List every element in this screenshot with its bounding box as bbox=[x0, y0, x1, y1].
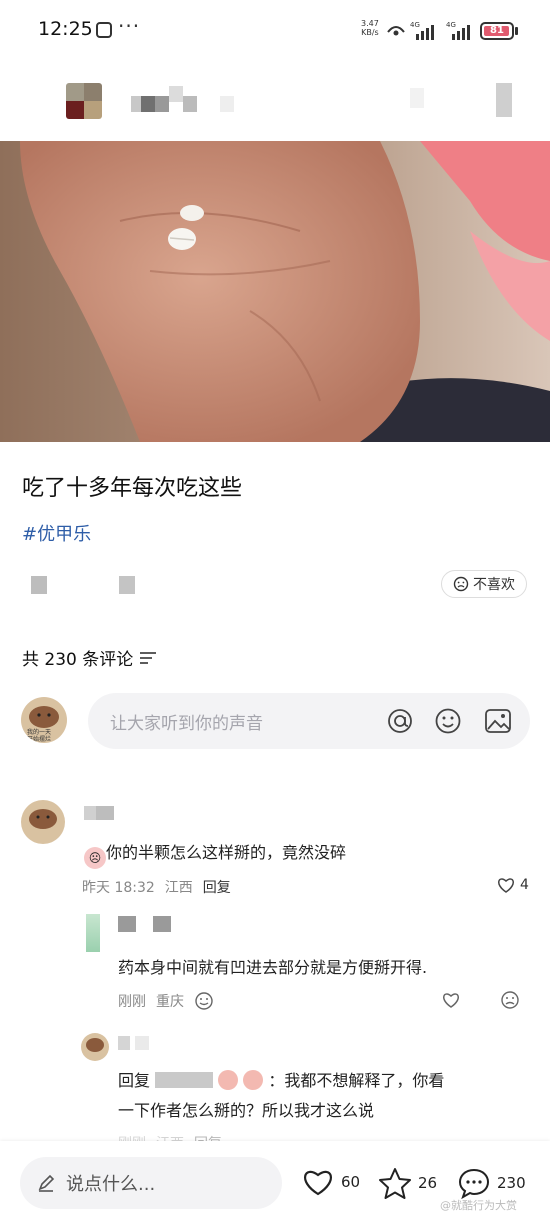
capybara-avatar-icon bbox=[81, 1033, 109, 1061]
heart-icon bbox=[304, 1170, 332, 1196]
avatar-caption-line2: 开始摆烂 bbox=[27, 735, 51, 743]
reply-emoji-icon[interactable] bbox=[194, 991, 214, 1011]
signal-icons: 4G 4G bbox=[387, 21, 470, 40]
battery-icon: 81 bbox=[480, 22, 514, 40]
mosaic-block bbox=[84, 83, 102, 101]
post-location-redacted bbox=[119, 576, 135, 594]
reply-meta: 刚刚 重庆 bbox=[118, 991, 214, 1011]
replier-avatar[interactable] bbox=[81, 1033, 109, 1061]
commenter-name-redacted bbox=[96, 806, 114, 820]
commenter-name-redacted[interactable] bbox=[84, 806, 96, 820]
comment-location: 江西 bbox=[164, 880, 193, 896]
composer-placeholder[interactable]: 让大家听到你的声音 bbox=[110, 709, 263, 734]
sort-icon[interactable] bbox=[139, 651, 157, 665]
pencil-icon bbox=[38, 1174, 55, 1192]
author-name-redacted[interactable] bbox=[131, 96, 141, 112]
my-avatar[interactable]: 我的一天 开始摆烂 bbox=[21, 697, 67, 743]
author-avatar[interactable] bbox=[66, 83, 102, 119]
battery-cap bbox=[515, 27, 518, 35]
replier-name-redacted bbox=[153, 916, 171, 932]
replier-name-redacted[interactable] bbox=[118, 916, 136, 932]
mosaic-block bbox=[66, 101, 84, 119]
post-date-redacted bbox=[31, 576, 47, 594]
comment-composer[interactable]: 让大家听到你的声音 bbox=[88, 693, 530, 749]
pill-half bbox=[180, 205, 204, 221]
mosaic-block bbox=[84, 101, 102, 119]
app-notification-icon bbox=[96, 22, 112, 38]
like-count: 60 bbox=[341, 1173, 361, 1191]
heart-icon[interactable] bbox=[441, 991, 461, 1009]
photo-hand-with-pills bbox=[0, 141, 550, 442]
bottom-bar: 说点什么... 60 26 230 @就酷行为大赏 bbox=[0, 1141, 550, 1221]
comment-like-count: 4 bbox=[520, 877, 529, 893]
sad-face-icon bbox=[453, 576, 469, 592]
battery-percent: 81 bbox=[490, 25, 504, 36]
network-speed-value: 3.47 bbox=[361, 19, 379, 28]
comments-header[interactable]: 共 230 条评论 bbox=[22, 645, 157, 670]
comment-count: 230 bbox=[497, 1174, 526, 1192]
signal-label-1: 4G bbox=[410, 21, 420, 29]
wifi-icon bbox=[387, 26, 405, 36]
status-bar: 12:25 ··· 3.47 KB/s 4G 4G 81 bbox=[0, 0, 550, 60]
dislike-label: 不喜欢 bbox=[473, 577, 515, 593]
dislike-button[interactable]: 不喜欢 bbox=[441, 570, 527, 598]
author-name-redacted bbox=[220, 96, 234, 112]
emoji-icon bbox=[243, 1070, 264, 1090]
comment-reply-button[interactable]: 回复 bbox=[203, 877, 231, 897]
crying-emoji-icon: ☹ bbox=[84, 847, 106, 869]
star-icon bbox=[379, 1168, 411, 1199]
author-name-redacted bbox=[169, 86, 183, 102]
replier-name-redacted[interactable] bbox=[118, 1036, 130, 1050]
author-name-redacted bbox=[141, 96, 155, 112]
post-title: 吃了十多年每次吃这些 bbox=[22, 476, 243, 501]
like-button[interactable]: 60 bbox=[301, 1167, 360, 1197]
reply-prefix: 回复 bbox=[118, 1071, 151, 1090]
comment-text: 你的半颗怎么这样掰的，竟然没碎 bbox=[106, 843, 347, 862]
favorite-button[interactable]: 26 bbox=[378, 1167, 437, 1199]
favorite-count: 26 bbox=[418, 1174, 438, 1192]
status-more-icon: ··· bbox=[118, 14, 141, 38]
chat-bubble-icon bbox=[458, 1168, 490, 1199]
mosaic-block bbox=[66, 83, 84, 101]
commenter-avatar[interactable] bbox=[21, 800, 65, 844]
mention-icon[interactable] bbox=[386, 707, 414, 735]
dislike-face-icon[interactable] bbox=[500, 990, 520, 1010]
capybara-avatar-icon: 我的一天 开始摆烂 bbox=[21, 697, 67, 743]
mentioned-user-redacted[interactable] bbox=[155, 1072, 214, 1088]
post-photo[interactable] bbox=[0, 141, 550, 442]
emoji-icon bbox=[218, 1070, 239, 1090]
reply-location: 重庆 bbox=[156, 994, 184, 1010]
comment-time: 昨天 18:32 bbox=[82, 880, 155, 896]
reply-text-line1: ：我都不想解释了，你看 bbox=[268, 1071, 445, 1090]
network-speed: 3.47 KB/s bbox=[361, 19, 379, 37]
author-name-redacted bbox=[155, 96, 169, 112]
heart-icon bbox=[498, 878, 514, 893]
reply-body: 回复 ：我都不想解释了，你看 bbox=[118, 1068, 444, 1094]
signal-label-2: 4G bbox=[446, 21, 456, 29]
reply-body: 药本身中间就有凹进去部分就是方便掰开得. bbox=[118, 958, 428, 977]
comment-body: ☹ 你的半颗怎么这样掰的，竟然没碎 bbox=[84, 840, 346, 869]
comment-like[interactable]: 4 bbox=[496, 876, 529, 894]
image-icon[interactable] bbox=[484, 707, 512, 735]
bottom-input-placeholder: 说点什么... bbox=[66, 1174, 156, 1195]
author-name-redacted bbox=[183, 96, 197, 112]
share-button-redacted[interactable] bbox=[496, 83, 512, 117]
replier-name-redacted bbox=[135, 1036, 149, 1050]
reply-time: 刚刚 bbox=[118, 994, 146, 1010]
follow-button-redacted[interactable] bbox=[410, 88, 424, 108]
avatar-caption-line1: 我的一天 bbox=[27, 728, 51, 736]
post-hashtag[interactable]: #优甲乐 bbox=[22, 520, 91, 546]
capybara-avatar-icon bbox=[21, 800, 65, 844]
comment-meta: 昨天 18:32 江西 回复 bbox=[82, 877, 231, 897]
comments-count: 共 230 条评论 bbox=[22, 650, 134, 670]
bottom-comment-input[interactable]: 说点什么... bbox=[20, 1157, 282, 1209]
replier-avatar-redacted[interactable] bbox=[86, 914, 100, 952]
network-speed-unit: KB/s bbox=[361, 28, 379, 37]
emoji-icon[interactable] bbox=[434, 707, 462, 735]
watermark: @就酷行为大赏 bbox=[440, 1199, 517, 1212]
reply-text-line2: 一下作者怎么掰的？所以我才这么说 bbox=[118, 1101, 375, 1120]
status-time: 12:25 bbox=[38, 18, 93, 40]
comment-button[interactable]: 230 bbox=[457, 1167, 526, 1199]
